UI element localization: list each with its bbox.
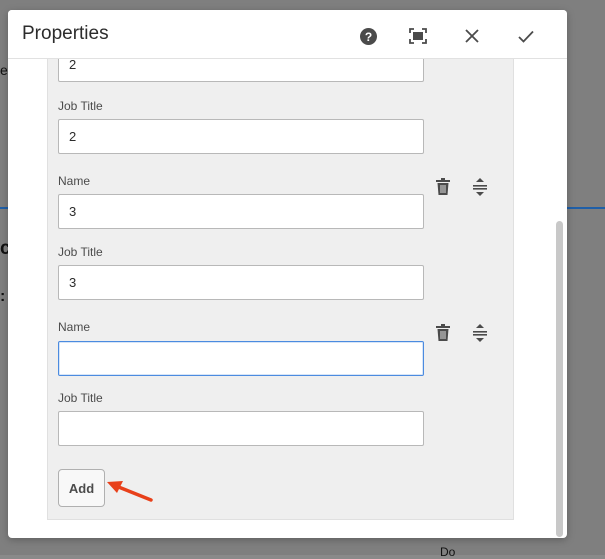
background-footer-text: Do — [440, 545, 456, 559]
fullscreen-icon — [409, 28, 427, 44]
annotation-arrow-icon — [107, 481, 153, 502]
confirm-button[interactable] — [514, 24, 538, 48]
check-icon — [518, 30, 534, 43]
dialog-title: Properties — [22, 23, 109, 44]
delete-item-button[interactable] — [433, 177, 453, 197]
scrollbar-thumb[interactable] — [556, 221, 563, 537]
field-label-name: Name — [58, 174, 91, 188]
field-label-name: Name — [58, 320, 91, 334]
reorder-handle[interactable] — [470, 323, 490, 343]
name-field-focused[interactable] — [58, 341, 424, 376]
fullscreen-button[interactable] — [406, 24, 430, 48]
close-button[interactable] — [460, 24, 484, 48]
name-field[interactable] — [58, 194, 424, 229]
background-text-fragment: e — [0, 62, 8, 78]
field-label-job-title: Job Title — [58, 99, 103, 113]
dialog-header: Properties ? — [8, 10, 567, 59]
trash-icon — [436, 178, 450, 195]
move-icon — [473, 178, 487, 196]
help-button[interactable]: ? — [356, 24, 380, 48]
background-text-fragment: : — [0, 288, 6, 305]
job-title-field[interactable] — [58, 411, 424, 446]
field-label-job-title: Job Title — [58, 245, 103, 259]
add-button[interactable]: Add — [58, 469, 105, 507]
job-title-field[interactable] — [58, 119, 424, 154]
name-field-partial[interactable] — [58, 59, 424, 82]
dialog-body: Job Title Name Job Title Name — [8, 59, 567, 538]
properties-dialog: Properties ? Job — [8, 10, 567, 538]
move-icon — [473, 324, 487, 342]
field-label-job-title: Job Title — [58, 391, 103, 405]
close-icon — [465, 29, 479, 43]
job-title-field[interactable] — [58, 265, 424, 300]
trash-icon — [436, 324, 450, 341]
help-icon: ? — [359, 27, 377, 45]
svg-text:?: ? — [364, 30, 371, 44]
reorder-handle[interactable] — [470, 177, 490, 197]
delete-item-button[interactable] — [433, 323, 453, 343]
